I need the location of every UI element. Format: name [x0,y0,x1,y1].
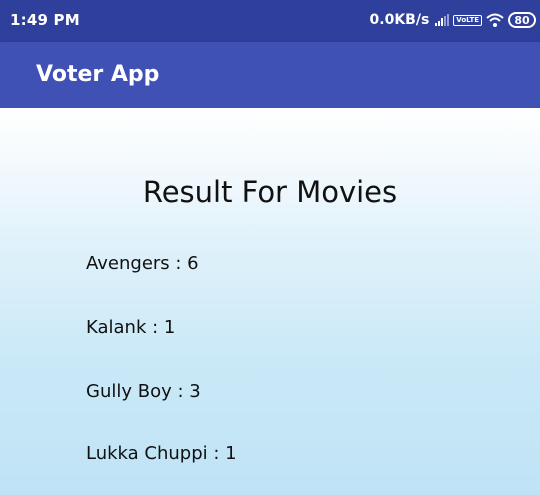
wifi-icon [486,13,504,27]
signal-icon [435,14,450,26]
results-content: Result For Movies Avengers : 6 Kalank : … [0,108,540,495]
network-speed: 0.0KB/s [369,12,430,28]
status-indicators: 0.0KB/s VoLTE 80 [370,9,536,31]
result-item-lukka-chuppi: Lukka Chuppi : 1 [86,443,237,464]
status-time: 1:49 PM [10,11,80,29]
app-title: Voter App [36,62,160,87]
result-item-gully-boy: Gully Boy : 3 [86,381,201,402]
result-item-kalank: Kalank : 1 [86,317,176,338]
results-title: Result For Movies [142,175,398,209]
app-bar: Voter App [0,42,540,108]
battery-icon: 80 [508,12,536,28]
volte-icon: VoLTE [453,14,482,26]
status-bar: 1:49 PM 0.0KB/s VoLTE 80 [0,0,540,42]
voter-app-screen: 1:49 PM 0.0KB/s VoLTE 80 Voter App Resul… [0,0,540,495]
result-item-avengers: Avengers : 6 [86,253,199,274]
